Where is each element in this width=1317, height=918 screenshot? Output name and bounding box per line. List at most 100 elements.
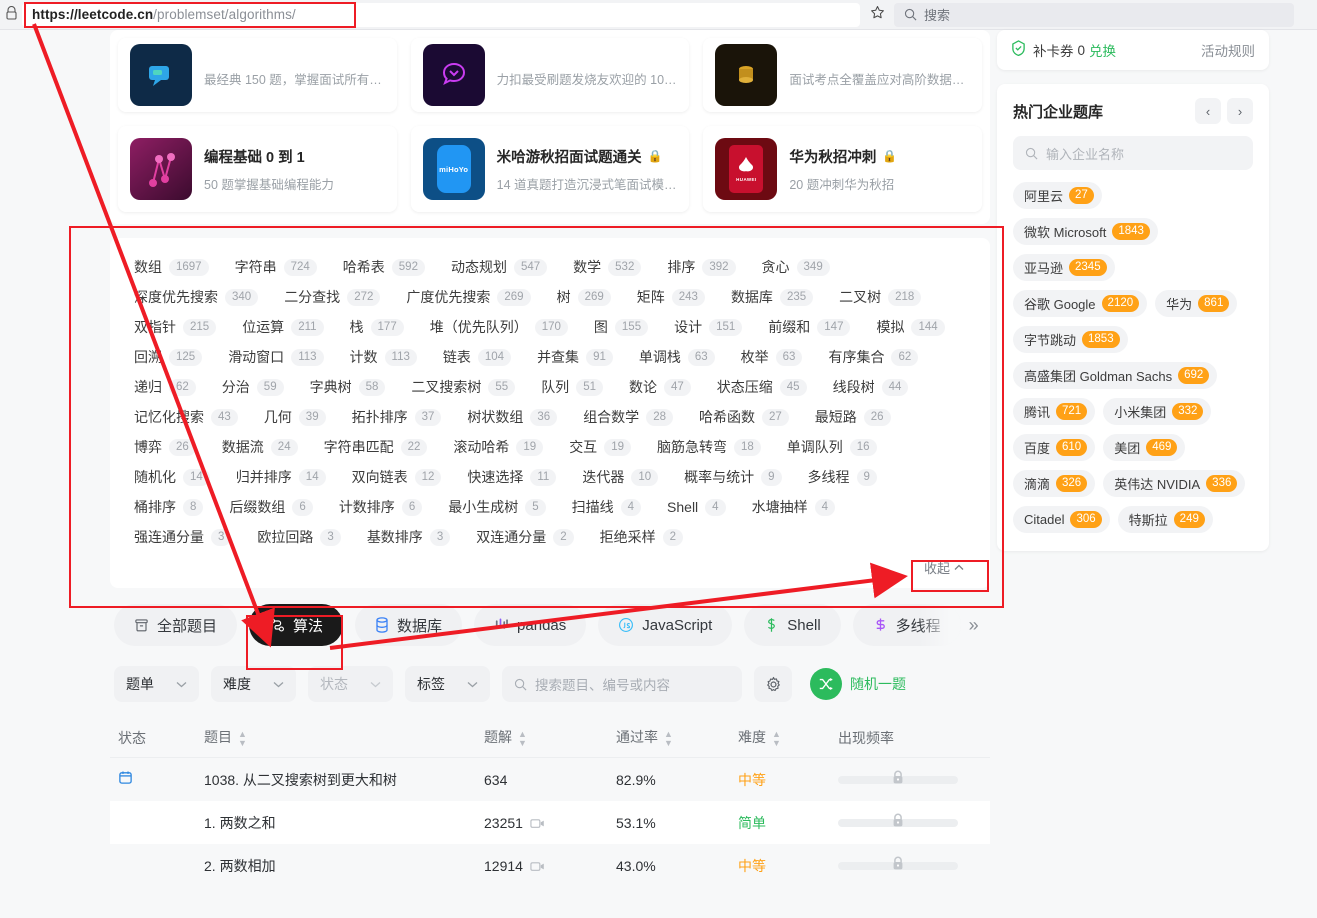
- company-tag[interactable]: 百度 610: [1013, 434, 1096, 461]
- topic-tag[interactable]: 栈 177: [344, 312, 410, 342]
- filter-list-select[interactable]: 题单: [114, 666, 199, 702]
- header-rate[interactable]: 通过率 ▲ ▼: [616, 727, 738, 747]
- topic-tag[interactable]: 树状数组 36: [461, 402, 563, 432]
- topic-tag[interactable]: 水塘抽样 4: [746, 492, 841, 522]
- study-plan-card[interactable]: 编程基础 0 到 1 50 题掌握基础编程能力: [118, 126, 397, 212]
- topic-tag[interactable]: 动态规划 547: [445, 252, 553, 282]
- collapse-tags-button[interactable]: 收起: [912, 553, 976, 582]
- chevron-right-icon[interactable]: ›: [1227, 98, 1253, 124]
- topic-tag[interactable]: 迭代器 10: [576, 462, 664, 492]
- topic-tag[interactable]: 归并排序 14: [230, 462, 332, 492]
- study-plan-card[interactable]: 面试考点全覆盖应对高阶数据…: [703, 38, 983, 112]
- company-tag[interactable]: 特斯拉 249: [1117, 506, 1213, 533]
- topic-tag[interactable]: 概率与统计 9: [678, 462, 787, 492]
- topic-tag[interactable]: 分治 59: [216, 372, 290, 402]
- topic-tag[interactable]: 图 155: [588, 312, 654, 342]
- chip-shell[interactable]: Shell: [744, 604, 841, 646]
- sort-icon[interactable]: ▲ ▼: [772, 729, 781, 748]
- study-plan-card[interactable]: 最经典 150 题，掌握面试所有…: [118, 38, 397, 112]
- topic-tag[interactable]: 随机化 14: [128, 462, 216, 492]
- study-plan-card[interactable]: 力扣最受刷题发烧友欢迎的 10…: [410, 38, 690, 112]
- topic-tag[interactable]: 拒绝采样 2: [594, 522, 689, 552]
- topic-tag[interactable]: 记忆化搜索 43: [128, 402, 244, 432]
- topic-tag[interactable]: 数据流 24: [216, 432, 304, 462]
- topic-tag[interactable]: 滚动哈希 19: [447, 432, 549, 462]
- address-bar[interactable]: https://leetcode.cn/problemset/algorithm…: [22, 2, 860, 27]
- topic-tag[interactable]: 线段树 44: [827, 372, 915, 402]
- topic-tag[interactable]: 滑动窗口 113: [222, 342, 329, 372]
- chip-algorithms[interactable]: 算法: [249, 604, 344, 646]
- company-tag[interactable]: 美团 469: [1103, 434, 1186, 461]
- filter-status-select[interactable]: 状态: [308, 666, 393, 702]
- chip-javascript[interactable]: JavaScript: [598, 604, 733, 646]
- topic-tag[interactable]: 多线程 9: [802, 462, 883, 492]
- study-plan-card[interactable]: HUAWEI 华为秋招冲刺 🔒 20 题冲刺华为秋招: [703, 126, 983, 212]
- chip-concurrency[interactable]: 多线程: [852, 604, 961, 646]
- coupon-rules-link[interactable]: 活动规则: [1201, 40, 1255, 60]
- header-title[interactable]: 题目 ▲ ▼: [204, 727, 484, 747]
- company-tag[interactable]: 华为 861: [1155, 290, 1238, 317]
- topic-tag[interactable]: 计数排序 6: [333, 492, 428, 522]
- topic-tag[interactable]: 递归 62: [128, 372, 202, 402]
- chip-pandas[interactable]: pandas: [474, 604, 587, 646]
- topic-tag[interactable]: 扫描线 4: [566, 492, 647, 522]
- table-row[interactable]: 2. 两数相加 12914 43.0% 中等: [110, 844, 990, 887]
- topic-tag[interactable]: 桶排序 8: [128, 492, 209, 522]
- topic-tag[interactable]: 哈希函数 27: [693, 402, 795, 432]
- topic-tag[interactable]: 最小生成树 5: [442, 492, 551, 522]
- table-row[interactable]: 1038. 从二叉搜索树到更大和树 634 82.9% 中等: [110, 758, 990, 801]
- topic-tag[interactable]: 单调栈 63: [633, 342, 721, 372]
- topic-tag[interactable]: 单调队列 16: [781, 432, 883, 462]
- random-problem-button[interactable]: 随机一题: [810, 668, 906, 700]
- topic-tag[interactable]: 位运算 211: [236, 312, 329, 342]
- company-tag[interactable]: 英伟达 NVIDIA 336: [1103, 470, 1246, 497]
- topic-tag[interactable]: 双指针 215: [128, 312, 222, 342]
- topic-tag[interactable]: 字典树 58: [304, 372, 392, 402]
- star-icon[interactable]: [860, 5, 894, 24]
- topic-tag[interactable]: 设计 151: [668, 312, 748, 342]
- topic-tag[interactable]: 前缀和 147: [762, 312, 856, 342]
- company-tag[interactable]: Citadel 306: [1013, 506, 1110, 533]
- row-title[interactable]: 1. 两数之和: [204, 813, 484, 833]
- company-tag[interactable]: 小米集团 332: [1103, 398, 1212, 425]
- header-solutions[interactable]: 题解 ▲ ▼: [484, 727, 616, 747]
- company-tag[interactable]: 微软 Microsoft 1843: [1013, 218, 1158, 245]
- company-tag[interactable]: 字节跳动 1853: [1013, 326, 1128, 353]
- topic-tag[interactable]: 数据库 235: [725, 282, 819, 312]
- topic-tag[interactable]: 基数排序 3: [361, 522, 456, 552]
- topic-tag[interactable]: 并查集 91: [531, 342, 619, 372]
- topic-tag[interactable]: 拓扑排序 37: [346, 402, 448, 432]
- topic-tag[interactable]: 枚举 63: [735, 342, 809, 372]
- topic-tag[interactable]: 欧拉回路 3: [251, 522, 346, 552]
- topic-tag[interactable]: 强连通分量 3: [128, 522, 237, 552]
- coupon-redeem-link[interactable]: 兑换: [1089, 40, 1116, 60]
- topic-tag[interactable]: 数组 1697: [128, 252, 215, 282]
- topic-tag[interactable]: 博弈 26: [128, 432, 202, 462]
- topic-tag[interactable]: 排序 392: [661, 252, 741, 282]
- company-tag[interactable]: 滴滴 326: [1013, 470, 1096, 497]
- row-title[interactable]: 1038. 从二叉搜索树到更大和树: [204, 770, 484, 790]
- topic-tag[interactable]: 双向链表 12: [346, 462, 448, 492]
- topic-tag[interactable]: 数学 532: [567, 252, 647, 282]
- topic-tag[interactable]: 数论 47: [623, 372, 697, 402]
- topic-tag[interactable]: 广度优先搜索 269: [400, 282, 536, 312]
- chevron-left-icon[interactable]: ‹: [1195, 98, 1221, 124]
- sort-icon[interactable]: ▲ ▼: [238, 729, 247, 748]
- topic-tag[interactable]: 计数 113: [344, 342, 423, 372]
- company-search-input[interactable]: 输入企业名称: [1013, 136, 1253, 170]
- topic-tag[interactable]: 字符串 724: [229, 252, 323, 282]
- topic-tag[interactable]: 贪心 349: [756, 252, 836, 282]
- topic-tag[interactable]: 模拟 144: [870, 312, 950, 342]
- topic-tag[interactable]: 哈希表 592: [337, 252, 431, 282]
- browser-search-box[interactable]: 搜索: [894, 2, 1294, 27]
- company-tag[interactable]: 谷歌 Google 2120: [1013, 290, 1148, 317]
- filter-tags-select[interactable]: 标签: [405, 666, 490, 702]
- topic-tag[interactable]: 树 269: [551, 282, 617, 312]
- filter-difficulty-select[interactable]: 难度: [211, 666, 296, 702]
- header-difficulty[interactable]: 难度 ▲ ▼: [738, 727, 838, 747]
- topic-tag[interactable]: 双连通分量 2: [470, 522, 579, 552]
- settings-button[interactable]: [754, 666, 792, 702]
- topic-tag[interactable]: 二叉搜索树 55: [405, 372, 521, 402]
- problem-search-input[interactable]: 搜索题目、编号或内容: [502, 666, 742, 702]
- study-plan-card[interactable]: miHoYo 米哈游秋招面试题通关 🔒 14 道真题打造沉浸式笔面试模…: [410, 126, 690, 212]
